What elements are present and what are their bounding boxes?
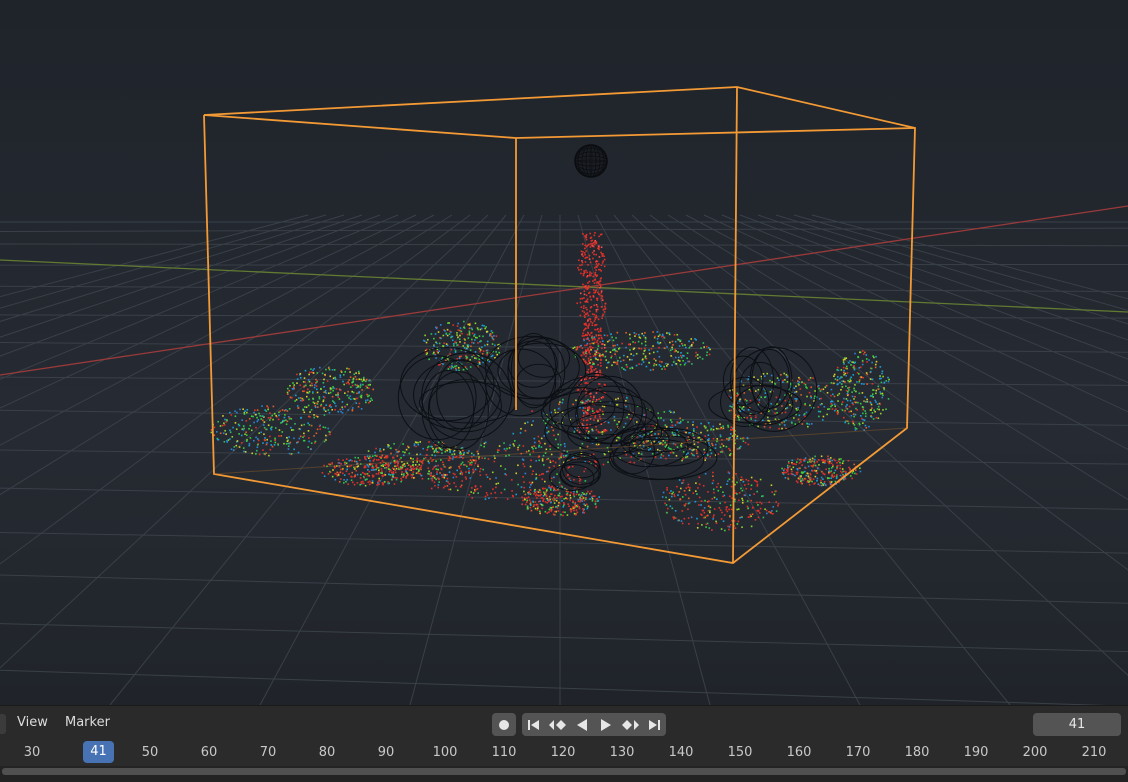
- frame-tick: 70: [259, 745, 277, 760]
- emitter-sphere: [574, 144, 608, 178]
- timeline-ruler[interactable]: 30 50 60 70 80 90 100 110 120 130 140 15…: [0, 740, 1128, 766]
- frame-tick: 200: [1022, 745, 1048, 760]
- current-frame-field[interactable]: 41: [1033, 713, 1121, 736]
- play-icon: [601, 718, 611, 731]
- playhead-frame-indicator[interactable]: 41: [83, 741, 114, 763]
- frame-tick: 110: [491, 745, 517, 760]
- frame-tick: 90: [377, 745, 395, 760]
- jump-to-keyframe-prev-icon: [549, 719, 566, 730]
- frame-tick: 210: [1081, 745, 1107, 760]
- editor-type-button[interactable]: [0, 714, 6, 734]
- frame-tick: 100: [432, 745, 458, 760]
- frame-tick: 180: [904, 745, 930, 760]
- frame-tick: 120: [550, 745, 576, 760]
- jump-to-start-icon: [528, 719, 539, 730]
- 3d-viewport[interactable]: [0, 0, 1128, 705]
- play-reverse-icon: [577, 718, 587, 731]
- timeline-scrollbar[interactable]: [0, 766, 1128, 782]
- play-reverse-button[interactable]: [570, 713, 594, 736]
- y-axis-line: [0, 259, 1128, 313]
- frame-tick: 170: [845, 745, 871, 760]
- view-menu[interactable]: View: [17, 715, 48, 730]
- record-button[interactable]: [492, 713, 516, 736]
- frame-tick: 30: [23, 745, 41, 760]
- frame-tick: 140: [668, 745, 694, 760]
- fluid-particles: [210, 232, 890, 532]
- frame-tick: 190: [963, 745, 989, 760]
- jump-to-prev-keyframe-button[interactable]: [546, 713, 570, 736]
- scrollbar-thumb[interactable]: [2, 768, 1126, 775]
- play-button[interactable]: [594, 713, 618, 736]
- floor-grid: [0, 214, 1128, 705]
- jump-to-next-keyframe-button[interactable]: [618, 713, 642, 736]
- jump-to-keyframe-next-icon: [622, 719, 639, 730]
- viewport-scene: [0, 86, 1128, 705]
- jump-to-end-icon: [649, 719, 660, 730]
- frame-tick: 60: [200, 745, 218, 760]
- frame-tick: 150: [727, 745, 753, 760]
- jump-to-start-button[interactable]: [522, 713, 546, 736]
- timeline-header: View Marker 41: [0, 705, 1128, 740]
- jump-to-end-button[interactable]: [642, 713, 666, 736]
- frame-tick: 50: [141, 745, 159, 760]
- frame-tick: 80: [318, 745, 336, 760]
- frame-tick: 160: [786, 745, 812, 760]
- frame-tick: 130: [609, 745, 635, 760]
- marker-menu[interactable]: Marker: [65, 715, 110, 730]
- record-icon: [499, 719, 509, 730]
